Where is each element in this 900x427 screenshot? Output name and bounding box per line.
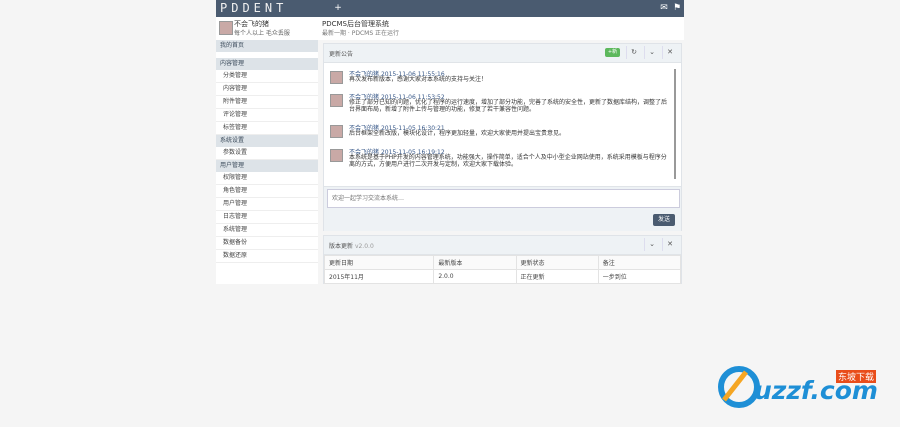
watermark-tag: 东坡下载 bbox=[836, 370, 877, 383]
header-strip: 不会飞的猪 每个人以上 毛众丢服 PDCMS后台管理系统 最新一期 · PDCM… bbox=[216, 17, 684, 40]
message-text: 后台框架全新改版，模块化设计，程序更加轻量，欢迎大家使用并提出宝贵意见。 bbox=[349, 130, 566, 137]
version-label: v2.0.0 bbox=[354, 243, 374, 250]
sidebar-section-users[interactable]: 用户管理 bbox=[216, 160, 318, 172]
close-icon[interactable]: ✕ bbox=[662, 46, 677, 59]
panel-header: 更新公告 +新 ↻ ⌄ ✕ bbox=[324, 44, 681, 63]
avatar[interactable] bbox=[219, 21, 233, 35]
sidebar-item[interactable]: 数据还原 bbox=[216, 250, 318, 263]
chat-input[interactable] bbox=[327, 189, 680, 208]
table-cell: 一步到位 bbox=[597, 269, 682, 284]
announcement-panel: 更新公告 +新 ↻ ⌄ ✕ 不会飞的猪 2015-11-06 11:55:16 … bbox=[323, 43, 682, 231]
top-navbar: PDDENT + ✉ ⚑ bbox=[216, 0, 684, 17]
sidebar-item[interactable]: 标签管理 bbox=[216, 122, 318, 135]
table-cell: 2.0.0 bbox=[433, 269, 517, 284]
brand-logo[interactable]: PDDENT bbox=[220, 1, 287, 16]
column-header: 更新日期 bbox=[323, 255, 435, 270]
panel-title: 版本更新 v2.0.0 bbox=[329, 241, 374, 250]
sidebar: 我的首页 内容管理 分类管理 内容管理 附件管理 评论管理 标签管理 系统设置 … bbox=[216, 40, 318, 284]
panel-header: 版本更新 v2.0.0 ⌄ ✕ bbox=[324, 236, 681, 255]
chevron-down-icon[interactable]: ⌄ bbox=[644, 46, 659, 59]
avatar bbox=[330, 94, 343, 107]
table-header-row: 更新日期 最新版本 更新状态 备注 bbox=[323, 255, 682, 270]
message-list: 不会飞的猪 2015-11-06 11:55:16 再次发布新版本，感谢大家对本… bbox=[324, 63, 679, 186]
sidebar-item[interactable]: 系统管理 bbox=[216, 224, 318, 237]
plus-icon[interactable]: + bbox=[333, 3, 343, 13]
chat-footer: 发送 bbox=[324, 186, 681, 231]
table-row: 2015年11月 2.0.0 正在更新 一步到位 bbox=[323, 269, 682, 284]
sidebar-item[interactable]: 数据备份 bbox=[216, 237, 318, 250]
sidebar-item[interactable]: 内容管理 bbox=[216, 83, 318, 96]
column-header: 备注 bbox=[597, 255, 682, 270]
column-header: 更新状态 bbox=[515, 255, 599, 270]
message-text: 修正了部分已知的问题，优化了程序的运行速度，增加了部分功能，完善了系统的安全性，… bbox=[349, 99, 668, 113]
scrollbar[interactable] bbox=[674, 69, 676, 179]
send-button[interactable]: 发送 bbox=[653, 214, 675, 226]
sidebar-section-home[interactable]: 我的首页 bbox=[216, 40, 318, 52]
message-text: 本系统是基于PHP开发的内容管理系统，功能强大，操作简单，适合个人及中小型企业网… bbox=[349, 154, 667, 168]
refresh-icon[interactable]: ↻ bbox=[626, 46, 641, 59]
close-icon[interactable]: ✕ bbox=[662, 238, 677, 251]
avatar bbox=[330, 71, 343, 84]
site-subtitle: 最新一期 · PDCMS 正在运行 bbox=[322, 30, 400, 37]
sidebar-item[interactable]: 用户管理 bbox=[216, 198, 318, 211]
list-item: 不会飞的猪 2015-11-06 11:55:16 再次发布新版本，感谢大家对本… bbox=[330, 69, 670, 89]
sidebar-item[interactable]: 附件管理 bbox=[216, 96, 318, 109]
sidebar-item[interactable]: 角色管理 bbox=[216, 185, 318, 198]
user-subtitle: 每个人以上 毛众丢服 bbox=[234, 30, 290, 37]
version-title: 版本更新 bbox=[329, 243, 354, 250]
panel-title: 更新公告 bbox=[329, 51, 354, 58]
list-item: 不会飞的猪 2015-11-05 16:30:21 后台框架全新改版，模块化设计… bbox=[330, 123, 670, 143]
list-item: 不会飞的猪 2015-11-05 16:19:12 本系统是基于PHP开发的内容… bbox=[330, 147, 670, 183]
watermark: uzzf.com 东坡下载 bbox=[716, 364, 891, 410]
sidebar-section-content[interactable]: 内容管理 bbox=[216, 58, 318, 70]
avatar bbox=[330, 149, 343, 162]
sidebar-item[interactable]: 参数设置 bbox=[216, 147, 318, 160]
avatar bbox=[330, 125, 343, 138]
sidebar-item[interactable]: 日志管理 bbox=[216, 211, 318, 224]
mail-icon[interactable]: ✉ bbox=[659, 3, 669, 13]
table-cell: 正在更新 bbox=[515, 269, 599, 284]
chevron-down-icon[interactable]: ⌄ bbox=[644, 238, 659, 251]
new-badge[interactable]: +新 bbox=[605, 48, 620, 57]
list-item: 不会飞的猪 2015-11-06 11:53:52 修正了部分已知的问题，优化了… bbox=[330, 92, 670, 120]
sidebar-item[interactable]: 分类管理 bbox=[216, 70, 318, 83]
version-table: 更新日期 最新版本 更新状态 备注 2015年11月 2.0.0 正在更新 一步… bbox=[323, 255, 682, 284]
user-icon[interactable]: ⚑ bbox=[672, 3, 682, 13]
column-header: 最新版本 bbox=[433, 255, 517, 270]
sidebar-item[interactable]: 权限管理 bbox=[216, 172, 318, 185]
sidebar-section-settings[interactable]: 系统设置 bbox=[216, 135, 318, 147]
table-cell: 2015年11月 bbox=[323, 269, 435, 284]
version-panel: 版本更新 v2.0.0 ⌄ ✕ 更新日期 最新版本 更新状态 备注 2015年1… bbox=[323, 235, 682, 284]
sidebar-item[interactable]: 评论管理 bbox=[216, 109, 318, 122]
message-text: 再次发布新版本，感谢大家对本系统的支持与关注！ bbox=[349, 76, 488, 83]
